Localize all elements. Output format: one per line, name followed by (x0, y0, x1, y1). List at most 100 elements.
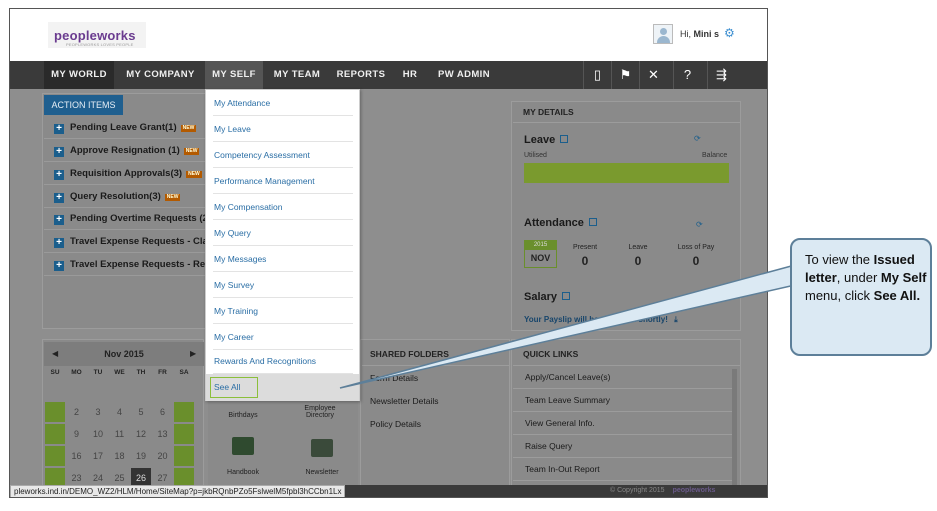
menu-item-my-survey[interactable]: My Survey (213, 272, 353, 298)
expand-icon[interactable]: + (54, 238, 64, 248)
nav-hr[interactable]: HR (395, 61, 425, 89)
calendar-day[interactable]: 13 (153, 424, 173, 444)
menu-item-rewards-and-recognitions[interactable]: Rewards And Recognitions (213, 348, 353, 374)
nav-my-company[interactable]: MY COMPANY (118, 61, 203, 89)
sitemap-icon[interactable]: ⇶ (707, 61, 735, 89)
expand-icon[interactable]: + (54, 193, 64, 203)
refresh-icon[interactable]: ⟳ (696, 220, 703, 229)
nav-pw-admin[interactable]: PW ADMIN (431, 61, 497, 89)
calendar-day[interactable]: 19 (131, 446, 151, 466)
attendance-expand-icon[interactable] (588, 218, 597, 226)
menu-see-all-row[interactable]: See All (206, 374, 359, 401)
menu-item-my-training[interactable]: My Training (213, 298, 353, 324)
nav-my-team[interactable]: MY TEAM (267, 61, 327, 89)
calendar-day[interactable]: 2 (67, 402, 87, 422)
refresh-icon[interactable]: ⟳ (694, 134, 701, 143)
tile-employee-directory[interactable]: Employee Directory (290, 405, 350, 419)
calendar-day[interactable]: 3 (88, 402, 108, 422)
leave-title: Leave (524, 134, 569, 146)
calendar-day[interactable]: 10 (88, 424, 108, 444)
quick-link-item[interactable]: Raise Query (513, 435, 735, 458)
shared-folder-item[interactable]: Newsletter Details (370, 396, 439, 406)
calendar-dow-label: SA (179, 369, 189, 376)
expand-icon[interactable]: + (54, 261, 64, 271)
see-all-link[interactable]: See All (210, 377, 258, 398)
menu-item-competency-assessment[interactable]: Competency Assessment (213, 142, 353, 168)
calendar-day[interactable] (174, 446, 194, 466)
callout-bold-3: See All. (873, 288, 921, 303)
expand-icon[interactable]: + (54, 124, 64, 134)
avatar[interactable] (653, 24, 673, 44)
shared-folder-item[interactable]: Form Details (370, 373, 418, 383)
salary-expand-icon[interactable] (562, 292, 571, 300)
menu-item-my-attendance[interactable]: My Attendance (213, 90, 353, 116)
user-greeting: Hi, Mini s (680, 29, 719, 39)
quick-link-item[interactable]: Team Leave Summary (513, 389, 735, 412)
calendar-day[interactable]: 4 (110, 402, 130, 422)
newsletter-icon[interactable] (311, 439, 333, 457)
leave-expand-icon[interactable] (560, 135, 569, 143)
quick-link-item[interactable]: Team In-Out Report (513, 458, 735, 481)
quick-link-item[interactable]: View General Info. (513, 412, 735, 435)
nav-my-world[interactable]: MY WORLD (44, 61, 114, 89)
quick-link-item[interactable]: Apply/Cancel Leave(s) (513, 366, 735, 389)
main-nav: MY WORLD MY COMPANY MY SELF MY TEAM REPO… (10, 61, 767, 89)
calendar-day[interactable]: 6 (153, 402, 173, 422)
attendance-title-text: Attendance (524, 217, 584, 229)
calendar-day[interactable]: 9 (67, 424, 87, 444)
expand-icon[interactable]: + (54, 147, 64, 157)
action-item-label: Pending Overtime Requests (2) (70, 213, 211, 224)
menu-item-my-messages[interactable]: My Messages (213, 246, 353, 272)
calendar-day[interactable]: 12 (131, 424, 151, 444)
action-item-label: Approve Resignation (1) (70, 145, 180, 156)
peopleworks-logo[interactable]: peopleworks PEOPLEWORKS LOVES PEOPLE (48, 22, 146, 48)
help-icon[interactable]: ? (673, 61, 701, 89)
tab-action-items[interactable]: ACTION ITEMS (44, 95, 123, 115)
tools-icon[interactable]: ✕ (639, 61, 667, 89)
book-icon[interactable]: ▯ (583, 61, 611, 89)
calendar-day[interactable]: 16 (67, 446, 87, 466)
menu-item-performance-management[interactable]: Performance Management (213, 168, 353, 194)
nav-reports[interactable]: REPORTS (333, 61, 389, 89)
quick-links-title: QUICK LINKS (513, 342, 741, 366)
calendar-day[interactable]: 18 (110, 446, 130, 466)
callout-line-2: , under (836, 270, 878, 285)
attendance-date-badge: 2015 NOV (524, 240, 557, 268)
menu-item-my-career[interactable]: My Career (213, 324, 353, 350)
calendar-dow-label: WE (114, 369, 125, 376)
menu-item-my-query[interactable]: My Query (213, 220, 353, 246)
download-icon[interactable]: ⤓ (674, 315, 678, 324)
handbook-icon[interactable] (232, 437, 254, 455)
calendar-title: Nov 2015 (104, 349, 144, 359)
calendar-day[interactable]: 5 (131, 402, 151, 422)
calendar-day[interactable] (45, 446, 65, 466)
tile-newsletter[interactable]: Newsletter (292, 469, 352, 476)
action-item-label: Query Resolution(3) (70, 191, 161, 202)
calendar-day[interactable] (45, 424, 65, 444)
tile-birthdays[interactable]: Birthdays (213, 412, 273, 419)
calendar-day[interactable] (45, 402, 65, 422)
loss-of-pay-label: Loss of Pay (677, 244, 715, 251)
quick-links-scrollbar[interactable] (732, 369, 737, 497)
attendance-title: Attendance (524, 217, 597, 229)
action-item-label: Requisition Approvals(3) (70, 168, 183, 179)
tile-handbook[interactable]: Handbook (213, 469, 273, 476)
expand-icon[interactable]: + (54, 170, 64, 180)
user-name[interactable]: Mini s (694, 29, 720, 39)
gear-icon[interactable]: ⚙ (724, 26, 735, 40)
menu-item-my-leave[interactable]: My Leave (213, 116, 353, 142)
shared-folders-title: SHARED FOLDERS (362, 342, 510, 366)
attendance-year: 2015 (525, 241, 556, 250)
flag-icon[interactable]: ⚑ (611, 61, 639, 89)
action-item-label: Travel Expense Requests - Reque (70, 259, 223, 270)
menu-item-my-compensation[interactable]: My Compensation (213, 194, 353, 220)
calendar-day[interactable]: 20 (153, 446, 173, 466)
calendar-day[interactable]: 11 (110, 424, 130, 444)
expand-icon[interactable]: + (54, 215, 64, 225)
calendar-day[interactable] (174, 402, 194, 422)
calendar-day[interactable]: 17 (88, 446, 108, 466)
shared-folder-item[interactable]: Policy Details (370, 419, 421, 429)
nav-my-self[interactable]: MY SELF (205, 61, 263, 89)
calendar-day[interactable] (174, 424, 194, 444)
calendar-next-icon[interactable]: ▶ (190, 342, 196, 366)
